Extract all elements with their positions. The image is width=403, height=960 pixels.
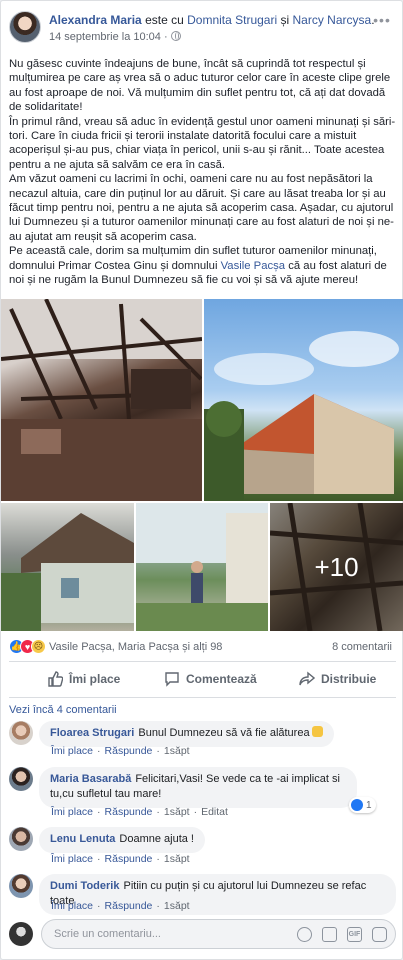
and-text: și bbox=[280, 13, 290, 27]
sticker-icon[interactable] bbox=[372, 927, 387, 942]
commenter-name[interactable]: Lenu Lenuta bbox=[50, 833, 115, 845]
comment-reply-link[interactable]: Răspunde bbox=[105, 900, 153, 912]
comment-reply-link[interactable]: Răspunde bbox=[105, 745, 153, 757]
comment-meta: Îmi place · Răspunde · 1săpt bbox=[51, 853, 190, 865]
comment-button[interactable]: Comentează bbox=[164, 665, 257, 693]
comment-text: Bunul Dumnezeu să vă fie alăturea bbox=[138, 727, 310, 739]
action-bar: Îmi place Comentează Distribuie bbox=[9, 665, 396, 693]
thumbs-up-icon bbox=[47, 671, 64, 687]
comment-text: Doamne ajuta ! bbox=[119, 833, 194, 845]
share-icon bbox=[299, 671, 316, 687]
praying-hands-icon bbox=[311, 726, 323, 737]
commenter-avatar[interactable] bbox=[9, 874, 33, 898]
commenter-name[interactable]: Dumi Toderik bbox=[50, 880, 119, 892]
comment-label: Comentează bbox=[186, 672, 257, 686]
divider bbox=[9, 661, 396, 662]
comment-bubble: Maria Basarabă Felicitari,Vasi! Se vede c… bbox=[39, 767, 357, 808]
tagged-user-2[interactable]: Narcy Narcysa bbox=[293, 13, 372, 27]
more-photos-count[interactable]: +10 bbox=[270, 503, 403, 631]
post-paragraph: Nu găsesc cuvinte îndeajuns de bune, înc… bbox=[9, 58, 391, 114]
comment-time[interactable]: 1săpt bbox=[164, 806, 190, 818]
comment-edited[interactable]: Editat bbox=[201, 806, 228, 818]
gif-icon[interactable]: GIF bbox=[347, 927, 362, 942]
comment-composer: Scrie un comentariu... GIF bbox=[9, 919, 396, 949]
post-paragraph: În primul rând, vreau să aduc în evidenț… bbox=[9, 115, 396, 171]
with-text: este cu bbox=[145, 13, 184, 27]
comment-reply-link[interactable]: Răspunde bbox=[105, 853, 153, 865]
share-button[interactable]: Distribuie bbox=[299, 665, 376, 693]
camera-icon[interactable] bbox=[322, 927, 337, 942]
photo-new-roof[interactable] bbox=[204, 299, 403, 501]
photo-burned-roof[interactable] bbox=[1, 299, 202, 501]
post-body: Nu găsesc cuvinte îndeajuns de bune, înc… bbox=[9, 57, 397, 288]
ellipsis-icon[interactable]: ••• bbox=[372, 13, 392, 27]
comment-meta: Îmi place · Răspunde · 1săpt bbox=[51, 745, 190, 757]
post-timestamp[interactable]: 14 septembrie la 10:04 · bbox=[49, 31, 181, 43]
my-avatar[interactable] bbox=[9, 922, 33, 946]
comment-like-link[interactable]: Îmi place bbox=[51, 853, 93, 865]
comment-meta: Îmi place · Răspunde · 1săpt bbox=[51, 900, 190, 912]
comment-like-link[interactable]: Îmi place bbox=[51, 900, 93, 912]
author-avatar[interactable] bbox=[9, 11, 41, 43]
post-card: Alexandra Maria este cu Domnita Strugari… bbox=[0, 0, 403, 960]
like-reaction-icon bbox=[351, 799, 363, 811]
post-date[interactable]: 14 septembrie la 10:04 · bbox=[49, 31, 168, 43]
comment-icon bbox=[164, 671, 180, 687]
comment-like-link[interactable]: Îmi place bbox=[51, 806, 93, 818]
comment-bubble: Lenu Lenuta Doamne ajuta ! bbox=[39, 827, 205, 853]
comment-reaction-badge[interactable]: 1 bbox=[349, 797, 376, 813]
tagged-user-1[interactable]: Domnita Strugari bbox=[187, 13, 277, 27]
sad-reaction-icon: ☹ bbox=[31, 639, 46, 654]
comment-bubble: Floarea Strugari Bunul Dumnezeu să vă fie… bbox=[39, 721, 334, 747]
photo-more[interactable]: +10 bbox=[270, 503, 403, 631]
photo-people-working[interactable] bbox=[136, 503, 268, 631]
commenter-avatar[interactable] bbox=[9, 827, 33, 851]
globe-icon bbox=[170, 31, 181, 41]
comment-like-count: 1 bbox=[366, 799, 372, 811]
comment-time[interactable]: 1săpt bbox=[164, 745, 190, 757]
commenter-avatar[interactable] bbox=[9, 767, 33, 791]
comment-time[interactable]: 1săpt bbox=[164, 853, 190, 865]
comment-time[interactable]: 1săpt bbox=[164, 900, 190, 912]
view-more-comments-link[interactable]: Vezi încă 4 comentarii bbox=[9, 704, 117, 716]
comment-reply-link[interactable]: Răspunde bbox=[105, 806, 153, 818]
comment-placeholder: Scrie un comentariu... bbox=[54, 928, 161, 940]
comment-meta: Îmi place · Răspunde · 1săpt · Editat bbox=[51, 806, 228, 818]
emoji-icon[interactable] bbox=[297, 927, 312, 942]
post-header-line: Alexandra Maria este cu Domnita Strugari… bbox=[49, 13, 375, 27]
comment-like-link[interactable]: Îmi place bbox=[51, 745, 93, 757]
reactions-bar: 👍 ♥ ☹ Vasile Pacșa, Maria Pacșa și alți … bbox=[9, 639, 396, 655]
comments-count[interactable]: 8 comentarii bbox=[332, 641, 392, 653]
reaction-names[interactable]: Vasile Pacșa, Maria Pacșa și alți 98 bbox=[49, 641, 222, 653]
post-paragraph: Pe această cale, dorim sa mulțumim din s… bbox=[9, 244, 397, 287]
like-button[interactable]: Îmi place bbox=[47, 665, 120, 693]
commenter-name[interactable]: Floarea Strugari bbox=[50, 727, 134, 739]
comment-input[interactable]: Scrie un comentariu... GIF bbox=[41, 919, 396, 949]
share-label: Distribuie bbox=[321, 672, 377, 686]
post-paragraph: Am văzut oameni cu lacrimi în ochi, oame… bbox=[9, 173, 394, 243]
post-header: Alexandra Maria este cu Domnita Strugari… bbox=[9, 11, 396, 51]
like-label: Îmi place bbox=[69, 672, 121, 686]
author-name[interactable]: Alexandra Maria bbox=[49, 13, 142, 27]
commenter-name[interactable]: Maria Basarabă bbox=[50, 773, 131, 785]
composer-icons: GIF bbox=[297, 927, 387, 943]
commenter-avatar[interactable] bbox=[9, 721, 33, 745]
mention-link[interactable]: Vasile Pacșa bbox=[221, 260, 285, 272]
photo-house-yard[interactable] bbox=[1, 503, 134, 631]
divider bbox=[9, 697, 396, 698]
